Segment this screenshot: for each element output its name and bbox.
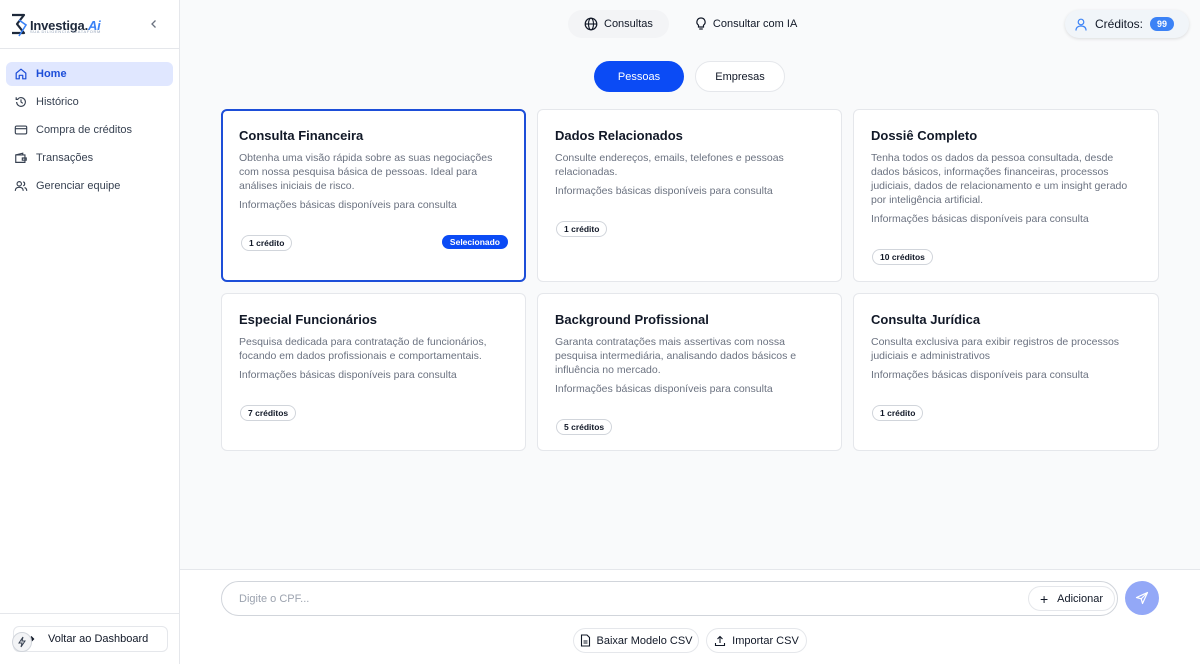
card-description: Consulte endereços, emails, telefones e … — [555, 152, 784, 178]
users-icon — [14, 179, 28, 193]
download-csv-template-button[interactable]: Baixar Modelo CSV — [573, 628, 699, 653]
sidebar-item-label: Histórico — [36, 96, 79, 108]
file-icon — [580, 634, 591, 647]
card-title: Background Profissional — [555, 312, 709, 327]
tab-consultar-ia-label: Consultar com IA — [712, 18, 798, 30]
import-csv-label: Importar CSV — [732, 634, 799, 647]
card-dados-relacionados[interactable]: Dados Relacionados Consulte endereços, e… — [537, 109, 842, 282]
cpf-input[interactable] — [221, 581, 1118, 616]
plus-icon: + — [1039, 590, 1049, 607]
card-info: Informações básicas disponíveis para con… — [555, 185, 773, 197]
sidebar-item-home[interactable]: Home — [6, 62, 173, 86]
add-button-label: Adicionar — [1057, 592, 1104, 605]
sidebar-item-compra-creditos[interactable]: Compra de créditos — [6, 118, 173, 142]
card-info: Informações básicas disponíveis para con… — [239, 199, 457, 211]
card-especial-funcionarios[interactable]: Especial Funcionários Pesquisa dedicada … — [221, 293, 526, 451]
sidebar-item-label: Gerenciar equipe — [36, 180, 121, 192]
card-description: Pesquisa dedicada para contratação de fu… — [239, 336, 487, 362]
card-title: Dossiê Completo — [871, 128, 978, 143]
back-to-dashboard-label: Voltar ao Dashboard — [48, 633, 149, 645]
card-title: Consulta Financeira — [239, 128, 364, 143]
sidebar-item-gerenciar-equipe[interactable]: Gerenciar equipe — [6, 174, 173, 198]
sidebar-nav: Home Histórico Compra de créditos Transa… — [6, 62, 173, 202]
card-description: Garanta contratações mais assertivas com… — [555, 336, 797, 376]
logo-mark-icon — [10, 12, 28, 38]
sidebar: Investiga.Ai SUA DILIGENCIA PLATAFORM Ho… — [0, 0, 180, 664]
lightbulb-icon — [695, 17, 707, 31]
credits-badge: 5 créditos — [556, 419, 613, 435]
credits-badge: 7 créditos — [240, 405, 297, 421]
card-info: Informações básicas disponíveis para con… — [555, 383, 773, 395]
top-nav: Consultas Consultar com IA — [568, 10, 813, 38]
tab-consultas-label: Consultas — [604, 18, 653, 30]
sidebar-item-label: Compra de créditos — [36, 124, 132, 136]
credits-display[interactable]: Créditos: 99 — [1065, 10, 1189, 38]
chevron-left-icon — [151, 20, 156, 28]
card-info: Informações básicas disponíveis para con… — [239, 369, 457, 381]
add-button[interactable]: + Adicionar — [1028, 586, 1115, 611]
sidebar-item-transacoes[interactable]: Transações — [6, 146, 173, 170]
credits-badge: 1 crédito — [872, 405, 924, 421]
user-icon — [1075, 18, 1087, 31]
tab-consultar-ia[interactable]: Consultar com IA — [679, 10, 813, 38]
download-csv-label: Baixar Modelo CSV — [596, 634, 693, 647]
credits-count-badge: 99 — [1150, 17, 1175, 31]
card-background-profissional[interactable]: Background Profissional Garanta contrata… — [537, 293, 842, 451]
card-title: Especial Funcionários — [239, 312, 377, 327]
globe-icon — [584, 17, 598, 31]
card-description: Obtenha uma visão rápida sobre as suas n… — [239, 152, 493, 192]
credits-badge: 1 crédito — [556, 221, 608, 237]
selected-badge: Selecionado — [441, 235, 508, 249]
card-consulta-financeira[interactable]: Consulta Financeira Obtenha uma visão rá… — [221, 109, 526, 282]
sidebar-item-label: Home — [36, 68, 67, 80]
credits-badge: 10 créditos — [872, 249, 933, 265]
credit-card-icon — [14, 123, 28, 137]
card-consulta-juridica[interactable]: Consulta Jurídica Consulta exclusiva par… — [853, 293, 1159, 451]
card-info: Informações básicas disponíveis para con… — [871, 369, 1089, 381]
send-icon — [1135, 591, 1149, 605]
history-icon — [14, 95, 28, 109]
brand-logo[interactable]: Investiga.Ai SUA DILIGENCIA PLATAFORM — [10, 10, 101, 40]
lightning-icon[interactable] — [12, 632, 32, 652]
card-title: Consulta Jurídica — [871, 312, 981, 327]
home-icon — [14, 67, 28, 81]
wallet-icon — [14, 151, 28, 165]
sidebar-divider — [0, 613, 179, 614]
card-info: Informações básicas disponíveis para con… — [871, 213, 1089, 225]
card-dossie-completo[interactable]: Dossiê Completo Tenha todos os dados da … — [853, 109, 1159, 282]
credits-badge: 1 crédito — [241, 235, 293, 251]
upload-icon — [714, 635, 726, 647]
card-description: Consulta exclusiva para exibir registros… — [871, 336, 1120, 362]
toggle-pessoas[interactable]: Pessoas — [594, 61, 684, 92]
back-to-dashboard-button[interactable]: Voltar ao Dashboard — [13, 626, 168, 652]
brand-tagline: SUA DILIGENCIA PLATAFORM — [30, 29, 101, 34]
toggle-empresas[interactable]: Empresas — [695, 61, 785, 92]
card-title: Dados Relacionados — [555, 128, 683, 143]
sidebar-divider — [0, 48, 179, 49]
sidebar-item-historico[interactable]: Histórico — [6, 90, 173, 114]
import-csv-button[interactable]: Importar CSV — [706, 628, 807, 653]
collapse-sidebar-button[interactable] — [146, 16, 162, 32]
sidebar-item-label: Transações — [36, 152, 94, 164]
credits-label: Créditos: — [1095, 17, 1144, 31]
tab-consultas[interactable]: Consultas — [568, 10, 669, 38]
send-button[interactable] — [1125, 581, 1159, 615]
card-description: Tenha todos os dados da pessoa consultad… — [871, 152, 1128, 206]
